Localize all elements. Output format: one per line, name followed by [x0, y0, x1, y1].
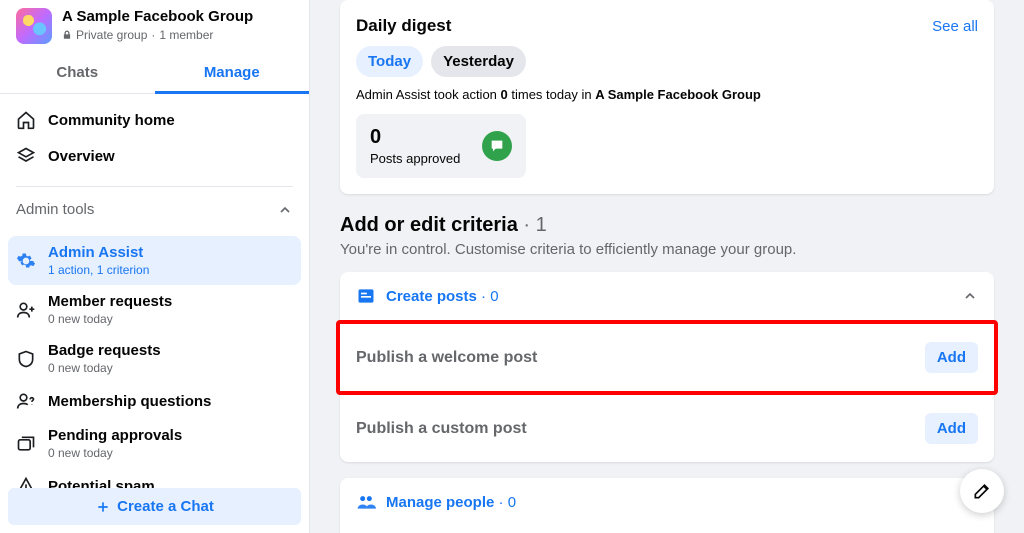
- group-header: A Sample Facebook Group Private group · …: [0, 0, 309, 52]
- add-custom-post-button[interactable]: Add: [925, 413, 978, 444]
- stat-number: 0: [370, 126, 460, 149]
- nav-admin-tools: Admin Assist 1 action, 1 criterion Membe…: [0, 228, 309, 512]
- home-icon: [16, 110, 36, 130]
- edit-icon: [972, 481, 992, 501]
- chevron-up-icon: [277, 202, 293, 218]
- group-meta: Private group · 1 member: [62, 28, 253, 42]
- plus-icon: [95, 499, 111, 515]
- create-chat-button[interactable]: Create a Chat: [8, 488, 301, 525]
- see-all-link[interactable]: See all: [932, 18, 978, 35]
- row-approve-member: Approve member request if Add: [340, 526, 994, 533]
- tab-manage[interactable]: Manage: [155, 52, 310, 93]
- queue-icon: [16, 434, 36, 454]
- main-content: Daily digest See all Today Yesterday Adm…: [310, 0, 1024, 533]
- highlight-box: Publish a welcome post Add: [336, 320, 998, 395]
- nav-community-home[interactable]: Community home: [8, 102, 301, 138]
- section-admin-tools[interactable]: Admin tools: [0, 191, 309, 228]
- criteria-header: Add or edit criteria · 1 You're in contr…: [340, 214, 994, 258]
- row-custom-post: Publish a custom post Add: [340, 395, 994, 462]
- nav-badge-requests[interactable]: Badge requests 0 new today: [8, 334, 301, 383]
- criteria-subtitle: You're in control. Customise criteria to…: [340, 241, 994, 258]
- digest-tabs: Today Yesterday: [356, 46, 978, 77]
- tab-yesterday[interactable]: Yesterday: [431, 46, 526, 77]
- chevron-up-icon: [962, 288, 978, 304]
- nav-primary: Community home Overview: [0, 94, 309, 182]
- person-plus-icon: [16, 300, 36, 320]
- criteria-count: · 1: [518, 214, 547, 236]
- people-icon: [356, 492, 376, 512]
- gear-icon: [16, 251, 36, 271]
- lock-icon: [62, 30, 72, 40]
- nav-member-requests[interactable]: Member requests 0 new today: [8, 285, 301, 334]
- group-thumbnail[interactable]: [16, 8, 52, 44]
- nav-overview[interactable]: Overview: [8, 138, 301, 174]
- group-privacy: Private group: [76, 28, 147, 42]
- group-member-count: 1 member: [159, 28, 213, 42]
- create-posts-header[interactable]: Create posts · 0: [340, 272, 994, 320]
- sidebar: A Sample Facebook Group Private group · …: [0, 0, 310, 533]
- tab-today[interactable]: Today: [356, 46, 423, 77]
- nav-pending-approvals[interactable]: Pending approvals 0 new today: [8, 419, 301, 468]
- stat-posts-approved: 0 Posts approved: [356, 114, 526, 178]
- create-posts-card: Create posts · 0 Publish a welcome post …: [340, 272, 994, 462]
- person-question-icon: [16, 391, 36, 411]
- post-icon: [356, 286, 376, 306]
- manage-people-header[interactable]: Manage people · 0: [340, 478, 994, 526]
- nav-admin-assist[interactable]: Admin Assist 1 action, 1 criterion: [8, 236, 301, 285]
- criteria-title: Add or edit criteria: [340, 214, 518, 236]
- stat-label: Posts approved: [370, 151, 460, 166]
- nav-membership-questions[interactable]: Membership questions: [8, 383, 301, 419]
- row-welcome-post: Publish a welcome post Add: [340, 324, 994, 391]
- digest-title: Daily digest: [356, 16, 451, 36]
- digest-summary: Admin Assist took action 0 times today i…: [356, 87, 978, 102]
- add-welcome-post-button[interactable]: Add: [925, 342, 978, 373]
- tabs: Chats Manage: [0, 52, 309, 94]
- divider: [16, 186, 293, 187]
- shield-icon: [16, 349, 36, 369]
- tab-chats[interactable]: Chats: [0, 52, 155, 93]
- manage-people-card: Manage people · 0 Approve member request…: [340, 478, 994, 533]
- group-title[interactable]: A Sample Facebook Group: [62, 8, 253, 26]
- daily-digest-card: Daily digest See all Today Yesterday Adm…: [340, 0, 994, 194]
- chat-check-icon: [482, 131, 512, 161]
- compose-fab[interactable]: [960, 469, 1004, 513]
- layers-icon: [16, 146, 36, 166]
